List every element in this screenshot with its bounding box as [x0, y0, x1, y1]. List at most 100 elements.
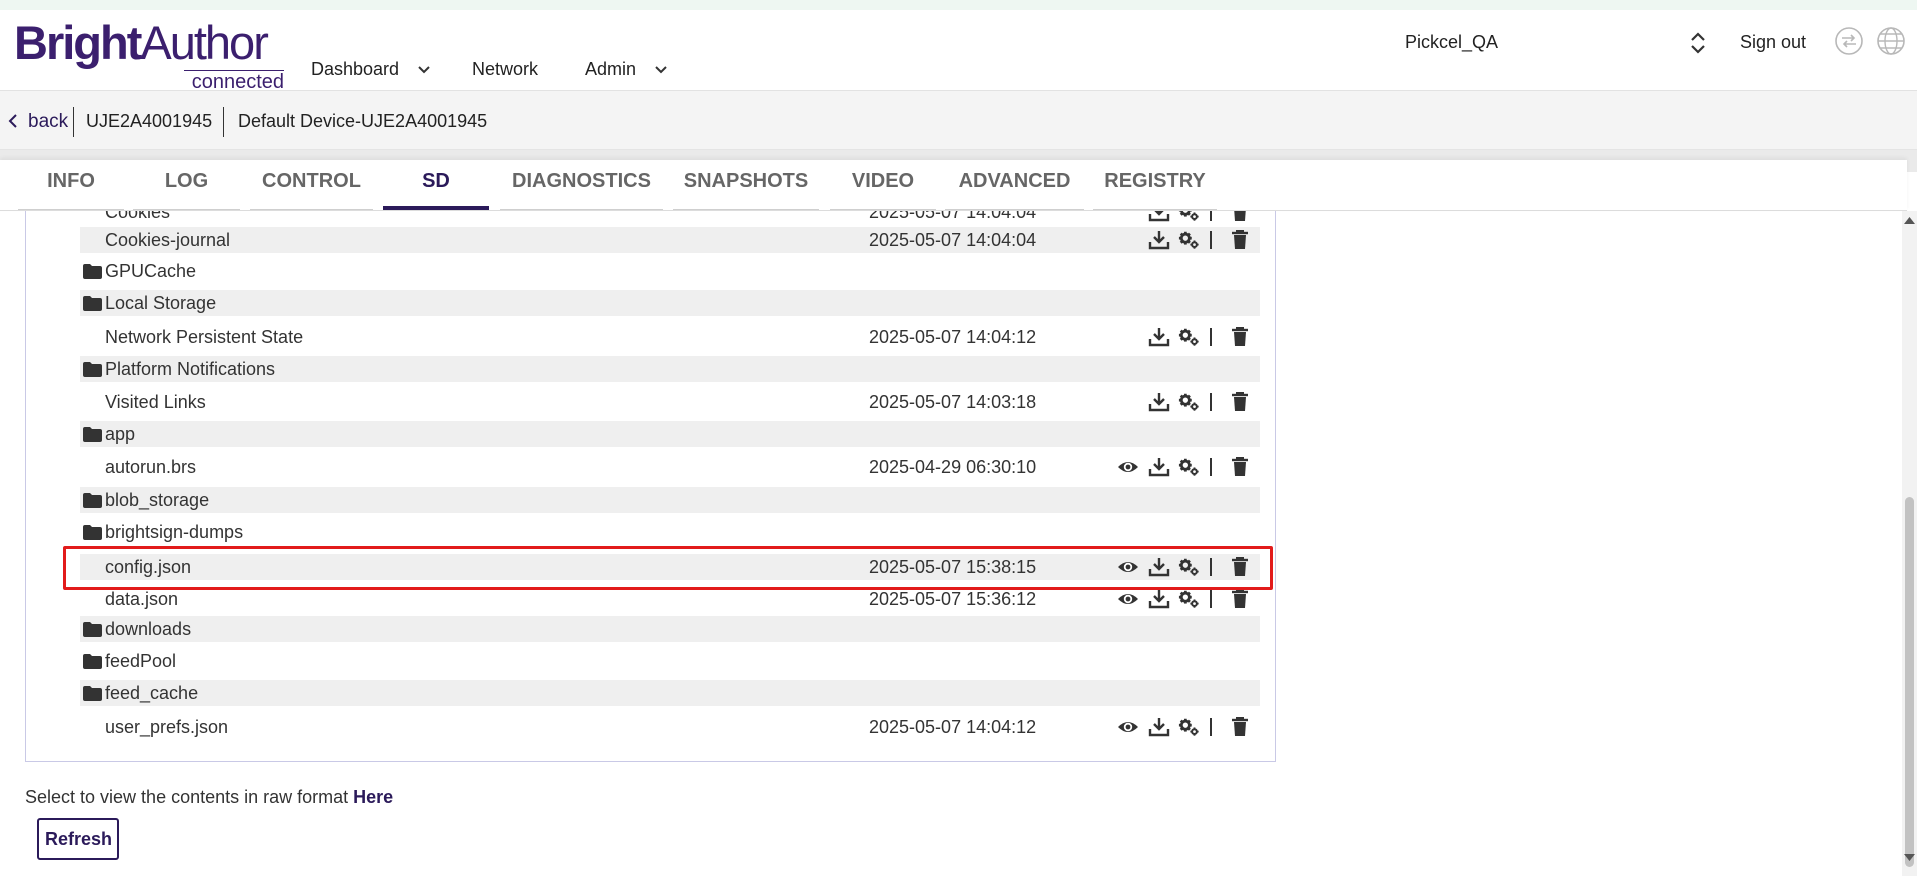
download-icon[interactable]	[1148, 327, 1170, 347]
globe-icon[interactable]	[1876, 26, 1906, 56]
folder-icon	[83, 654, 102, 669]
download-icon[interactable]	[1148, 589, 1170, 609]
tab-diagnostics[interactable]: DIAGNOSTICS	[500, 160, 663, 210]
file-name: data.json	[105, 589, 179, 609]
sign-out-link[interactable]: Sign out	[1740, 32, 1806, 53]
file-date: 2025-05-07 14:03:18	[869, 392, 1037, 412]
action-divider	[1210, 328, 1212, 346]
tab-control[interactable]: CONTROL	[250, 160, 373, 210]
sync-icon[interactable]	[1834, 26, 1864, 56]
file-row[interactable]: Cookies 2025-05-07 14:04:04	[80, 211, 1260, 225]
folder-row[interactable]: app	[80, 421, 1260, 447]
action-divider	[1210, 590, 1212, 608]
raw-format-text: Select to view the contents in raw forma…	[25, 787, 393, 808]
eye-icon[interactable]	[1117, 457, 1139, 477]
eye-icon[interactable]	[1117, 557, 1139, 577]
back-link[interactable]: back	[6, 111, 68, 133]
file-row[interactable]: config.json 2025-05-07 15:38:15	[80, 554, 1260, 580]
download-icon[interactable]	[1148, 392, 1170, 412]
file-date: 2025-04-29 06:30:10	[869, 457, 1037, 477]
scrollbar[interactable]	[1902, 211, 1917, 876]
trash-icon[interactable]	[1229, 392, 1251, 412]
breadcrumb: back UJE2A4001945 Default Device-UJE2A40…	[0, 91, 1917, 150]
eye-icon[interactable]	[1117, 589, 1139, 609]
folder-row[interactable]: feedPool	[80, 648, 1260, 674]
file-name: config.json	[105, 557, 192, 577]
file-name: autorun.brs	[105, 457, 197, 477]
folder-row[interactable]: downloads	[80, 616, 1260, 642]
raw-format-link[interactable]: Here	[353, 787, 393, 807]
file-name: GPUCache	[105, 261, 197, 281]
folder-icon	[83, 427, 102, 442]
eye-icon[interactable]	[1117, 717, 1139, 737]
sort-arrows-icon[interactable]	[1688, 30, 1708, 56]
folder-row[interactable]: brightsign-dumps	[80, 519, 1260, 545]
file-row[interactable]: Visited Links 2025-05-07 14:03:18	[80, 389, 1260, 415]
nav-dashboard[interactable]: Dashboard	[311, 58, 432, 80]
download-icon[interactable]	[1148, 230, 1170, 250]
trash-icon[interactable]	[1229, 327, 1251, 347]
tab-info[interactable]: INFO	[18, 160, 124, 210]
gears-icon[interactable]	[1178, 589, 1200, 609]
scroll-up-arrow-icon[interactable]	[1904, 215, 1915, 225]
breadcrumb-divider	[223, 107, 224, 137]
tab-snapshots[interactable]: SNAPSHOTS	[673, 160, 819, 210]
scroll-down-arrow-icon[interactable]	[1904, 853, 1915, 863]
download-icon[interactable]	[1148, 211, 1170, 222]
file-row[interactable]: Cookies-journal 2025-05-07 14:04:04	[80, 227, 1260, 253]
trash-icon[interactable]	[1229, 589, 1251, 609]
trash-icon[interactable]	[1229, 211, 1251, 222]
gears-icon[interactable]	[1178, 211, 1200, 222]
file-name: app	[105, 424, 136, 444]
action-divider	[1210, 231, 1212, 249]
logo-text-bright: Bright	[14, 16, 142, 69]
gears-icon[interactable]	[1178, 327, 1200, 347]
brightauthor-logo[interactable]: BrightAuthor connected	[14, 16, 284, 93]
gears-icon[interactable]	[1178, 392, 1200, 412]
folder-row[interactable]: Platform Notifications	[80, 356, 1260, 382]
app-header: BrightAuthor connected Dashboard Network…	[0, 10, 1917, 93]
file-row[interactable]: autorun.brs 2025-04-29 06:30:10	[80, 454, 1260, 480]
folder-row[interactable]: GPUCache	[80, 258, 1260, 284]
trash-icon[interactable]	[1229, 230, 1251, 250]
gears-icon[interactable]	[1178, 717, 1200, 737]
gears-icon[interactable]	[1178, 557, 1200, 577]
tab-advanced[interactable]: ADVANCED	[945, 160, 1084, 210]
folder-row[interactable]: Local Storage	[80, 290, 1260, 316]
file-date: 2025-05-07 14:04:12	[869, 717, 1037, 737]
file-name: feedPool	[105, 651, 177, 671]
folder-icon	[83, 622, 102, 637]
scrollbar-thumb[interactable]	[1905, 497, 1914, 867]
gears-icon[interactable]	[1178, 457, 1200, 477]
chevron-down-icon	[655, 66, 667, 74]
file-name: feed_cache	[105, 683, 199, 703]
tab-registry[interactable]: REGISTRY	[1093, 160, 1217, 210]
gears-icon[interactable]	[1178, 230, 1200, 250]
file-date: 2025-05-07 14:04:12	[869, 327, 1037, 347]
trash-icon[interactable]	[1229, 457, 1251, 477]
trash-icon[interactable]	[1229, 717, 1251, 737]
folder-row[interactable]: blob_storage	[80, 487, 1260, 513]
file-row[interactable]: Network Persistent State 2025-05-07 14:04…	[80, 324, 1260, 350]
download-icon[interactable]	[1148, 717, 1170, 737]
chevron-left-icon	[8, 114, 17, 128]
download-icon[interactable]	[1148, 557, 1170, 577]
trash-icon[interactable]	[1229, 557, 1251, 577]
file-row[interactable]: data.json 2025-05-07 15:36:12	[80, 586, 1260, 612]
action-divider	[1210, 211, 1212, 221]
folder-icon	[83, 686, 102, 701]
action-divider	[1210, 558, 1212, 576]
folder-row[interactable]: feed_cache	[80, 680, 1260, 706]
tab-sd[interactable]: SD	[383, 160, 489, 210]
file-name: Cookies-journal	[105, 230, 231, 250]
raw-format-label: Select to view the contents in raw forma…	[25, 787, 349, 807]
tab-video[interactable]: VIDEO	[830, 160, 936, 210]
tab-log[interactable]: LOG	[133, 160, 240, 210]
file-row[interactable]: user_prefs.json 2025-05-07 14:04:12	[80, 714, 1260, 740]
refresh-button[interactable]: Refresh	[37, 818, 119, 860]
nav-network[interactable]: Network	[472, 58, 538, 80]
account-name[interactable]: Pickcel_QA	[1405, 32, 1498, 53]
download-icon[interactable]	[1148, 457, 1170, 477]
nav-network-label: Network	[472, 59, 539, 79]
nav-admin[interactable]: Admin	[585, 58, 669, 80]
